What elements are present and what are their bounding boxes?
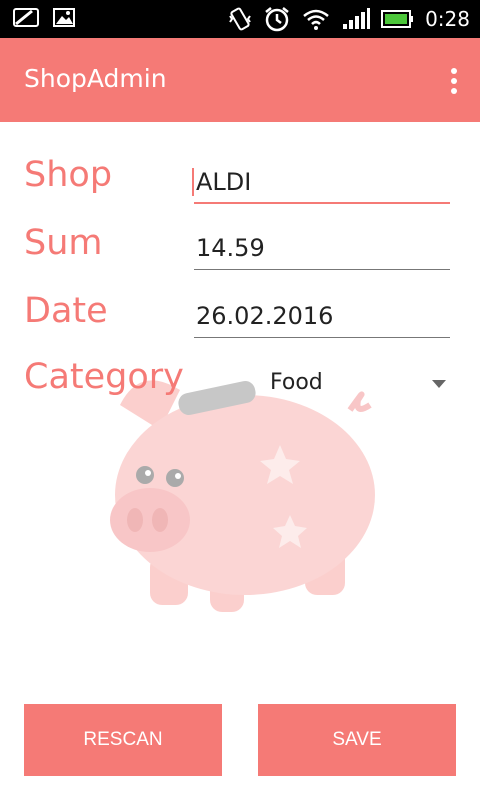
shop-value: ALDI <box>196 168 252 196</box>
battery-icon <box>381 10 414 28</box>
signal-icon <box>343 8 371 29</box>
shop-field[interactable]: ALDI <box>192 160 450 204</box>
image-notification-icon <box>53 8 75 27</box>
vibrate-icon <box>229 7 251 31</box>
save-button[interactable]: SAVE <box>258 704 456 776</box>
date-label: Date <box>24 291 108 331</box>
text-cursor <box>192 168 194 196</box>
app-title: ShopAdmin <box>24 64 167 93</box>
category-label: Category <box>24 357 184 397</box>
date-field-underline <box>194 337 450 338</box>
status-bar-left <box>12 6 78 30</box>
shop-notification-icon <box>13 8 39 27</box>
alarm-icon <box>265 7 289 32</box>
shop-label: Shop <box>24 155 113 195</box>
piggy-bank-illustration <box>110 380 375 612</box>
status-time: 0:28 <box>425 7 470 31</box>
dropdown-arrow-icon <box>432 380 446 388</box>
category-spinner[interactable]: Food <box>270 368 450 402</box>
wifi-icon <box>303 9 329 30</box>
category-value: Food <box>270 370 323 395</box>
sum-field[interactable]: 14.59 <box>194 226 450 270</box>
date-value: 26.02.2016 <box>196 302 334 330</box>
shop-field-underline <box>194 202 450 204</box>
sum-value: 14.59 <box>196 234 265 262</box>
more-vert-icon[interactable] <box>450 68 458 94</box>
date-field[interactable]: 26.02.2016 <box>194 294 450 338</box>
status-bar-right: 0:28 <box>227 5 470 33</box>
sum-label: Sum <box>24 223 103 263</box>
rescan-button[interactable]: RESCAN <box>24 704 222 776</box>
app-bar: ShopAdmin <box>0 38 480 122</box>
status-bar: 0:28 <box>0 0 480 38</box>
sum-field-underline <box>194 269 450 270</box>
